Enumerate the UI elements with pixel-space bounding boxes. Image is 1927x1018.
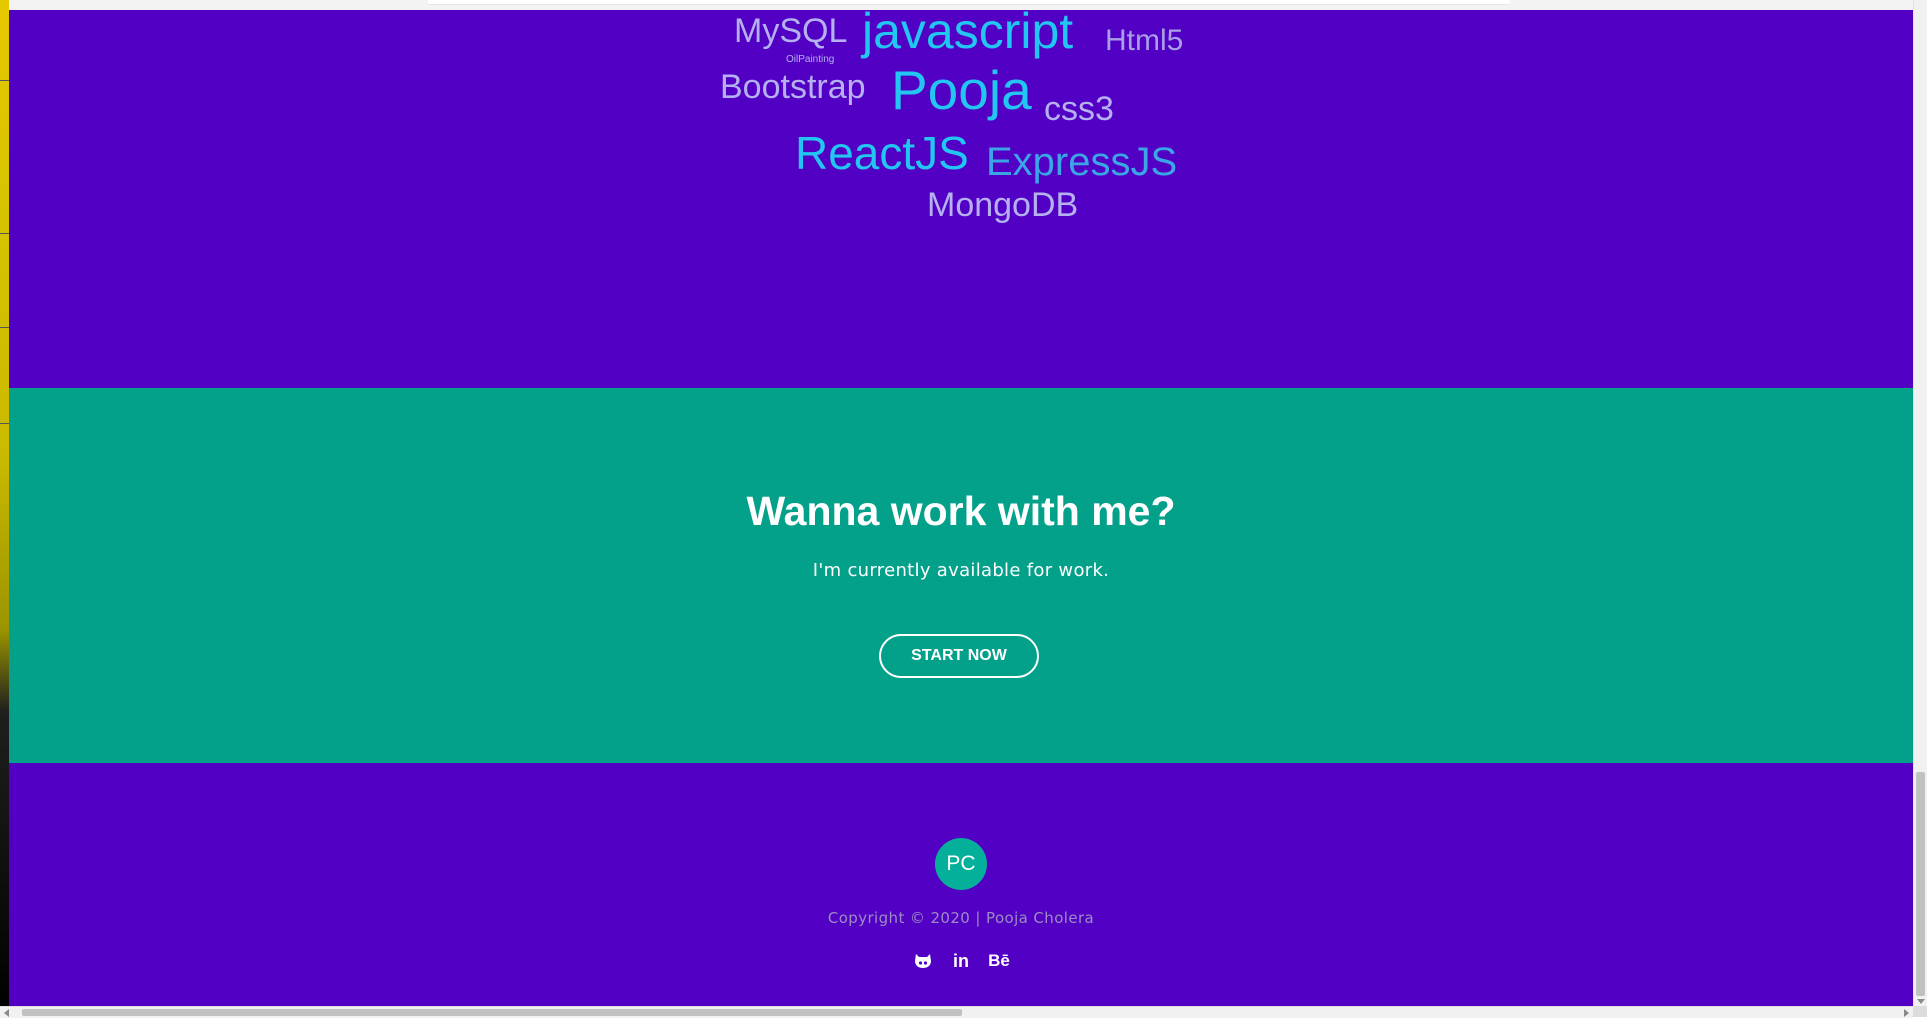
behance-icon[interactable]: Bē	[987, 949, 1011, 973]
social-links: in Bē	[911, 949, 1015, 973]
scroll-right-arrow-icon[interactable]	[1904, 1009, 1909, 1017]
cloud-word-oilpainting[interactable]: OilPainting	[786, 55, 834, 65]
copyright-text: Copyright © 2020 | Pooja Cholera	[827, 909, 1095, 927]
cta-heading: Wanna work with me?	[746, 488, 1176, 534]
cloud-word-javascript[interactable]: javascript	[862, 6, 1073, 56]
cloud-word-html5[interactable]: Html5	[1105, 26, 1183, 56]
vertical-scrollbar-thumb[interactable]	[1916, 772, 1925, 996]
cloud-word-mysql[interactable]: MySQL	[734, 14, 847, 48]
scroll-left-arrow-icon[interactable]	[4, 1009, 9, 1017]
skills-word-cloud-section: MySQL javascript Html5 OilPainting Boots…	[9, 6, 1913, 388]
github-icon[interactable]	[911, 949, 935, 973]
cloud-word-expressjs[interactable]: ExpressJS	[986, 142, 1177, 182]
cta-subtitle: I'm currently available for work.	[812, 560, 1110, 581]
cloud-word-css3[interactable]: css3	[1044, 92, 1114, 126]
left-edge-artifact	[0, 0, 10, 1017]
avatar[interactable]: PC	[935, 838, 987, 890]
scrollbar-corner	[1913, 1006, 1927, 1017]
hire-me-section: Wanna work with me? I'm currently availa…	[9, 388, 1913, 763]
horizontal-scrollbar[interactable]	[0, 1006, 1913, 1018]
cloud-word-mongodb[interactable]: MongoDB	[927, 188, 1078, 222]
scroll-down-arrow-icon[interactable]	[1917, 999, 1925, 1004]
cloud-word-bootstrap[interactable]: Bootstrap	[720, 70, 866, 104]
horizontal-scrollbar-thumb[interactable]	[22, 1009, 962, 1016]
vertical-scrollbar[interactable]	[1913, 0, 1927, 1006]
cloud-word-pooja[interactable]: Pooja	[891, 63, 1032, 118]
github-icon-glyph	[915, 954, 931, 968]
start-now-button[interactable]: START NOW	[879, 634, 1039, 678]
footer: PC Copyright © 2020 | Pooja Cholera in B…	[9, 763, 1913, 1006]
linkedin-icon[interactable]: in	[949, 949, 973, 973]
cloud-word-reactjs[interactable]: ReactJS	[795, 130, 969, 176]
